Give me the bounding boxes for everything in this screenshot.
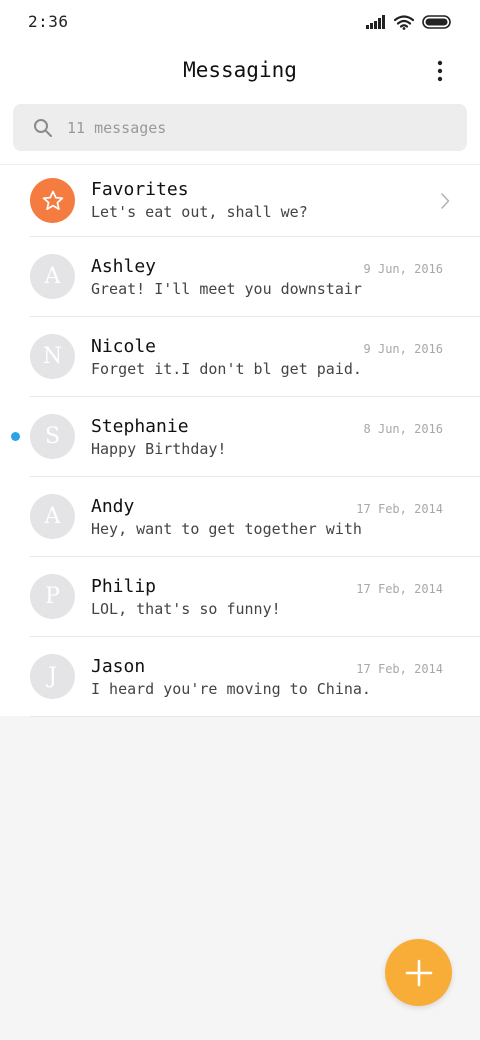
message-date: 17 Feb, 2014 — [356, 582, 443, 596]
app-header: Messaging — [0, 50, 480, 92]
conversation-row-jason[interactable]: J Jason 17 Feb, 2014 I heard you're movi… — [0, 637, 480, 717]
favorites-title: Favorites — [91, 179, 189, 200]
star-icon — [42, 190, 63, 210]
favorites-row[interactable]: Favorites Let's eat out, shall we? — [0, 165, 480, 237]
search-input[interactable] — [67, 104, 447, 151]
contact-name: Philip — [91, 576, 157, 597]
contact-name: Ashley — [91, 256, 157, 277]
message-date: 9 Jun, 2016 — [363, 342, 443, 356]
conversation-row-andy[interactable]: A Andy 17 Feb, 2014 Hey, want to get tog… — [0, 477, 480, 557]
contact-name: Andy — [91, 496, 135, 517]
message-preview: LOL, that's so funny! — [91, 600, 281, 618]
battery-icon — [422, 15, 451, 29]
plus-icon — [405, 959, 432, 986]
message-preview: Forget it.I don't bl get paid. — [91, 360, 362, 378]
status-time: 2:36 — [28, 12, 69, 31]
message-preview: I heard you're moving to China. — [91, 680, 371, 698]
unread-indicator — [11, 432, 20, 441]
compose-button[interactable] — [385, 939, 452, 1006]
chevron-right-icon — [441, 193, 450, 209]
favorites-avatar — [30, 178, 75, 223]
search-bar[interactable] — [13, 104, 467, 151]
favorites-preview: Let's eat out, shall we? — [91, 203, 308, 221]
conversation-row-stephanie[interactable]: S Stephanie 8 Jun, 2016 Happy Birthday! — [0, 397, 480, 477]
message-date: 17 Feb, 2014 — [356, 662, 443, 676]
signal-icon — [366, 15, 385, 29]
more-options-button[interactable] — [426, 56, 454, 86]
contact-name: Jason — [91, 656, 146, 677]
row-divider — [30, 716, 480, 717]
more-vertical-icon — [437, 60, 443, 82]
conversation-row-nicole[interactable]: N Nicole 9 Jun, 2016 Forget it.I don't b… — [0, 317, 480, 397]
conversation-row-ashley[interactable]: A Ashley 9 Jun, 2016 Great! I'll meet yo… — [0, 237, 480, 317]
message-date: 17 Feb, 2014 — [356, 502, 443, 516]
search-icon — [34, 119, 52, 137]
avatar: J — [30, 654, 75, 699]
message-preview: Happy Birthday! — [91, 440, 227, 458]
message-date: 8 Jun, 2016 — [363, 422, 443, 436]
avatar: A — [30, 254, 75, 299]
avatar: N — [30, 334, 75, 379]
wifi-icon — [394, 14, 414, 30]
avatar: A — [30, 494, 75, 539]
status-bar: 2:36 — [0, 0, 480, 44]
status-icons — [366, 13, 452, 31]
contact-name: Nicole — [91, 336, 157, 357]
page-title: Messaging — [183, 58, 297, 82]
message-preview: Great! I'll meet you downstair — [91, 280, 362, 298]
avatar: P — [30, 574, 75, 619]
contact-name: Stephanie — [91, 416, 189, 437]
app-surface: 2:36 Messaging 11 messages Favorites Let… — [0, 0, 480, 717]
avatar: S — [30, 414, 75, 459]
conversation-row-philip[interactable]: P Philip 17 Feb, 2014 LOL, that's so fun… — [0, 557, 480, 637]
message-date: 9 Jun, 2016 — [363, 262, 443, 276]
message-preview: Hey, want to get together with — [91, 520, 362, 538]
